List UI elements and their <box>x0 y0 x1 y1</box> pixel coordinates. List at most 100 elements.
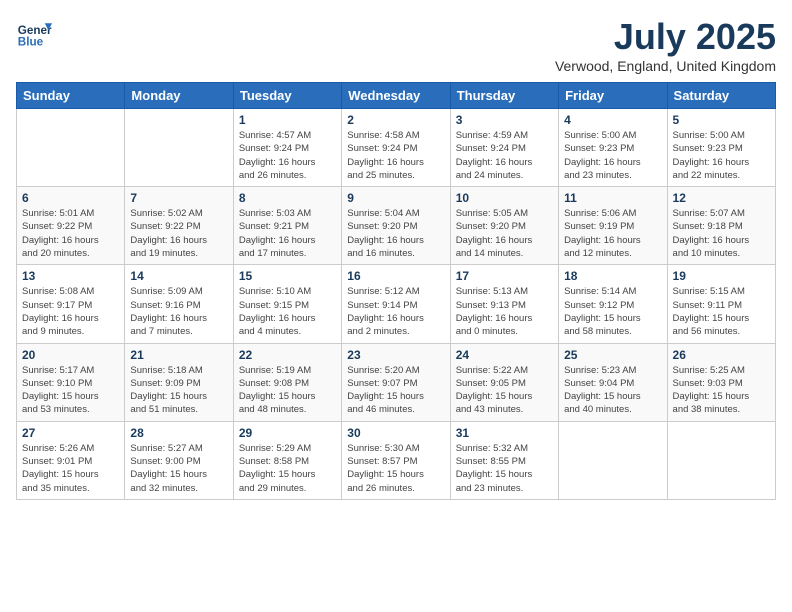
day-number: 15 <box>239 269 336 283</box>
day-info: Sunrise: 5:05 AM Sunset: 9:20 PM Dayligh… <box>456 207 553 260</box>
day-info: Sunrise: 4:57 AM Sunset: 9:24 PM Dayligh… <box>239 129 336 182</box>
day-number: 29 <box>239 426 336 440</box>
day-info: Sunrise: 5:03 AM Sunset: 9:21 PM Dayligh… <box>239 207 336 260</box>
calendar-week-1: 1 Sunrise: 4:57 AM Sunset: 9:24 PM Daylig… <box>17 109 776 187</box>
calendar-day <box>17 109 125 187</box>
day-info: Sunrise: 5:15 AM Sunset: 9:11 PM Dayligh… <box>673 285 770 338</box>
day-number: 13 <box>22 269 119 283</box>
calendar-header-tuesday: Tuesday <box>233 83 341 109</box>
day-number: 5 <box>673 113 770 127</box>
day-info: Sunrise: 5:20 AM Sunset: 9:07 PM Dayligh… <box>347 364 444 417</box>
day-number: 27 <box>22 426 119 440</box>
calendar-day <box>667 421 775 499</box>
day-info: Sunrise: 5:06 AM Sunset: 9:19 PM Dayligh… <box>564 207 661 260</box>
day-info: Sunrise: 5:32 AM Sunset: 8:55 PM Dayligh… <box>456 442 553 495</box>
day-number: 4 <box>564 113 661 127</box>
calendar-day: 11Sunrise: 5:06 AM Sunset: 9:19 PM Dayli… <box>559 187 667 265</box>
day-info: Sunrise: 5:04 AM Sunset: 9:20 PM Dayligh… <box>347 207 444 260</box>
calendar-day: 23 Sunrise: 5:20 AM Sunset: 9:07 PM Dayli… <box>342 343 450 421</box>
day-number: 31 <box>456 426 553 440</box>
calendar-day: 6Sunrise: 5:01 AM Sunset: 9:22 PM Daylig… <box>17 187 125 265</box>
calendar-week-3: 13 Sunrise: 5:08 AM Sunset: 9:17 PM Dayli… <box>17 265 776 343</box>
day-number: 20 <box>22 348 119 362</box>
day-number: 22 <box>239 348 336 362</box>
calendar-header-sunday: Sunday <box>17 83 125 109</box>
day-info: Sunrise: 5:19 AM Sunset: 9:08 PM Dayligh… <box>239 364 336 417</box>
svg-text:Blue: Blue <box>18 36 44 49</box>
day-info: Sunrise: 5:09 AM Sunset: 9:16 PM Dayligh… <box>130 285 227 338</box>
day-info: Sunrise: 5:13 AM Sunset: 9:13 PM Dayligh… <box>456 285 553 338</box>
calendar-day: 10Sunrise: 5:05 AM Sunset: 9:20 PM Dayli… <box>450 187 558 265</box>
day-info: Sunrise: 5:27 AM Sunset: 9:00 PM Dayligh… <box>130 442 227 495</box>
logo-icon: General Blue <box>16 16 52 52</box>
calendar-week-5: 27 Sunrise: 5:26 AM Sunset: 9:01 PM Dayli… <box>17 421 776 499</box>
calendar-day: 27 Sunrise: 5:26 AM Sunset: 9:01 PM Dayli… <box>17 421 125 499</box>
day-number: 28 <box>130 426 227 440</box>
calendar-day: 22 Sunrise: 5:19 AM Sunset: 9:08 PM Dayli… <box>233 343 341 421</box>
day-info: Sunrise: 5:29 AM Sunset: 8:58 PM Dayligh… <box>239 442 336 495</box>
day-info: Sunrise: 5:07 AM Sunset: 9:18 PM Dayligh… <box>673 207 770 260</box>
day-number: 16 <box>347 269 444 283</box>
logo: General Blue <box>16 16 52 52</box>
day-number: 30 <box>347 426 444 440</box>
day-number: 14 <box>130 269 227 283</box>
calendar-day: 19Sunrise: 5:15 AM Sunset: 9:11 PM Dayli… <box>667 265 775 343</box>
day-info: Sunrise: 5:30 AM Sunset: 8:57 PM Dayligh… <box>347 442 444 495</box>
day-number: 6 <box>22 191 119 205</box>
calendar-day: 2Sunrise: 4:58 AM Sunset: 9:24 PM Daylig… <box>342 109 450 187</box>
calendar-day: 8 Sunrise: 5:03 AM Sunset: 9:21 PM Daylig… <box>233 187 341 265</box>
day-info: Sunrise: 5:02 AM Sunset: 9:22 PM Dayligh… <box>130 207 227 260</box>
calendar-table: SundayMondayTuesdayWednesdayThursdayFrid… <box>16 82 776 500</box>
calendar-day: 17Sunrise: 5:13 AM Sunset: 9:13 PM Dayli… <box>450 265 558 343</box>
day-info: Sunrise: 4:59 AM Sunset: 9:24 PM Dayligh… <box>456 129 553 182</box>
day-info: Sunrise: 5:25 AM Sunset: 9:03 PM Dayligh… <box>673 364 770 417</box>
day-info: Sunrise: 5:23 AM Sunset: 9:04 PM Dayligh… <box>564 364 661 417</box>
calendar-day: 4Sunrise: 5:00 AM Sunset: 9:23 PM Daylig… <box>559 109 667 187</box>
day-info: Sunrise: 5:14 AM Sunset: 9:12 PM Dayligh… <box>564 285 661 338</box>
calendar-day: 14 Sunrise: 5:09 AM Sunset: 9:16 PM Dayli… <box>125 265 233 343</box>
calendar-header-friday: Friday <box>559 83 667 109</box>
calendar-week-2: 6Sunrise: 5:01 AM Sunset: 9:22 PM Daylig… <box>17 187 776 265</box>
calendar-day: 25 Sunrise: 5:23 AM Sunset: 9:04 PM Dayli… <box>559 343 667 421</box>
day-number: 23 <box>347 348 444 362</box>
day-number: 24 <box>456 348 553 362</box>
calendar-header-row: SundayMondayTuesdayWednesdayThursdayFrid… <box>17 83 776 109</box>
calendar-day: 26Sunrise: 5:25 AM Sunset: 9:03 PM Dayli… <box>667 343 775 421</box>
day-number: 25 <box>564 348 661 362</box>
title-block: July 2025 Verwood, England, United Kingd… <box>555 16 776 74</box>
calendar-day: 3 Sunrise: 4:59 AM Sunset: 9:24 PM Daylig… <box>450 109 558 187</box>
day-info: Sunrise: 5:17 AM Sunset: 9:10 PM Dayligh… <box>22 364 119 417</box>
day-info: Sunrise: 5:26 AM Sunset: 9:01 PM Dayligh… <box>22 442 119 495</box>
calendar-header-thursday: Thursday <box>450 83 558 109</box>
calendar-day: 12 Sunrise: 5:07 AM Sunset: 9:18 PM Dayli… <box>667 187 775 265</box>
day-info: Sunrise: 5:12 AM Sunset: 9:14 PM Dayligh… <box>347 285 444 338</box>
calendar-week-4: 20 Sunrise: 5:17 AM Sunset: 9:10 PM Dayli… <box>17 343 776 421</box>
page-header: General Blue July 2025 Verwood, England,… <box>16 16 776 74</box>
calendar-day <box>559 421 667 499</box>
day-info: Sunrise: 5:08 AM Sunset: 9:17 PM Dayligh… <box>22 285 119 338</box>
calendar-day: 20 Sunrise: 5:17 AM Sunset: 9:10 PM Dayli… <box>17 343 125 421</box>
calendar-header-saturday: Saturday <box>667 83 775 109</box>
day-info: Sunrise: 5:10 AM Sunset: 9:15 PM Dayligh… <box>239 285 336 338</box>
calendar-day: 1 Sunrise: 4:57 AM Sunset: 9:24 PM Daylig… <box>233 109 341 187</box>
calendar-day: 30 Sunrise: 5:30 AM Sunset: 8:57 PM Dayli… <box>342 421 450 499</box>
calendar-day: 13 Sunrise: 5:08 AM Sunset: 9:17 PM Dayli… <box>17 265 125 343</box>
day-info: Sunrise: 5:22 AM Sunset: 9:05 PM Dayligh… <box>456 364 553 417</box>
day-number: 7 <box>130 191 227 205</box>
day-info: Sunrise: 5:18 AM Sunset: 9:09 PM Dayligh… <box>130 364 227 417</box>
day-info: Sunrise: 5:00 AM Sunset: 9:23 PM Dayligh… <box>673 129 770 182</box>
calendar-day: 24 Sunrise: 5:22 AM Sunset: 9:05 PM Dayli… <box>450 343 558 421</box>
calendar-day: 7 Sunrise: 5:02 AM Sunset: 9:22 PM Daylig… <box>125 187 233 265</box>
location: Verwood, England, United Kingdom <box>555 58 776 74</box>
calendar-header-wednesday: Wednesday <box>342 83 450 109</box>
day-number: 1 <box>239 113 336 127</box>
day-number: 12 <box>673 191 770 205</box>
day-number: 3 <box>456 113 553 127</box>
day-number: 9 <box>347 191 444 205</box>
calendar-day <box>125 109 233 187</box>
day-number: 8 <box>239 191 336 205</box>
calendar-day: 28 Sunrise: 5:27 AM Sunset: 9:00 PM Dayli… <box>125 421 233 499</box>
month-title: July 2025 <box>555 16 776 58</box>
calendar-day: 31 Sunrise: 5:32 AM Sunset: 8:55 PM Dayli… <box>450 421 558 499</box>
day-number: 21 <box>130 348 227 362</box>
